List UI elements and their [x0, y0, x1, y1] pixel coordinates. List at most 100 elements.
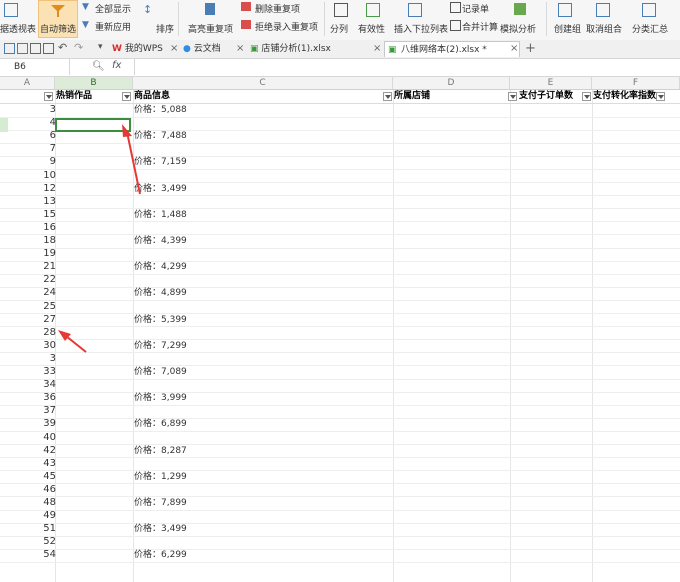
validation-button[interactable]: 有效性	[358, 22, 385, 35]
price-cell[interactable]: 价格：4,399	[134, 235, 187, 247]
formula-input[interactable]	[134, 59, 675, 75]
table-row[interactable]: 43	[0, 458, 680, 472]
price-cell[interactable]: 价格：8,287	[134, 445, 187, 457]
price-cell[interactable]: 价格：5,088	[134, 104, 187, 116]
table-row[interactable]: 40	[0, 432, 680, 446]
table-row[interactable]: 7	[0, 143, 680, 157]
column-header-a[interactable]: A	[0, 77, 55, 89]
column-header-c[interactable]: C	[133, 77, 393, 89]
price-cell[interactable]: 价格：7,089	[134, 366, 187, 378]
price-cell[interactable]: 价格：6,299	[134, 549, 187, 561]
table-row[interactable]: 3 价格：5,088	[0, 104, 680, 118]
subtotal-button[interactable]: 分类汇总	[632, 22, 668, 35]
close-icon[interactable]: ×	[236, 41, 244, 57]
ungroup-button[interactable]: 取消组合	[586, 22, 622, 35]
insert-dropdown-button[interactable]: 插入下拉列表	[394, 22, 448, 35]
price-cell[interactable]: 价格：1,299	[134, 471, 187, 483]
reject-duplicates-button[interactable]: 拒绝录入重复项	[255, 20, 318, 33]
pivot-table-button[interactable]: 据透视表	[0, 22, 36, 35]
price-cell[interactable]: 价格：5,399	[134, 314, 187, 326]
column-header-e[interactable]: E	[510, 77, 592, 89]
table-row[interactable]: 6 价格：7,488	[0, 130, 680, 144]
price-cell[interactable]: 价格：4,299	[134, 261, 187, 273]
price-cell[interactable]: 价格：3,499	[134, 523, 187, 535]
redo-icon[interactable]: ↷	[74, 41, 83, 54]
column-header-d[interactable]: D	[393, 77, 510, 89]
table-row[interactable]: 13	[0, 196, 680, 210]
save-icon[interactable]	[17, 43, 28, 54]
filter-dropdown-icon[interactable]	[122, 92, 131, 101]
table-row[interactable]: 34	[0, 379, 680, 393]
column-header-f[interactable]: F	[592, 77, 680, 89]
preview-icon[interactable]	[43, 43, 54, 54]
table-row[interactable]: 52	[0, 536, 680, 550]
table-row[interactable]: 9 价格：7,159	[0, 156, 680, 170]
price-cell[interactable]: 价格：3,499	[134, 183, 187, 195]
table-row[interactable]: 19	[0, 248, 680, 262]
table-row[interactable]: 22	[0, 274, 680, 288]
price-cell[interactable]: 价格：3,999	[134, 392, 187, 404]
table-row[interactable]: 30 价格：7,299	[0, 340, 680, 354]
table-row[interactable]: 54 价格：6,299	[0, 549, 680, 563]
price-cell[interactable]: 价格：6,899	[134, 418, 187, 430]
column-header-b[interactable]: B	[55, 77, 133, 89]
whatif-button[interactable]: 模拟分析	[500, 22, 536, 35]
tab-cloud-docs[interactable]: ● 云文档	[183, 41, 221, 57]
table-row[interactable]: 45 价格：1,299	[0, 471, 680, 485]
price-cell[interactable]: 价格：7,159	[134, 156, 187, 168]
table-row[interactable]: 48 价格：7,899	[0, 497, 680, 511]
table-row[interactable]: 42 价格：8,287	[0, 445, 680, 459]
filter-dropdown-icon[interactable]	[582, 92, 591, 101]
zoom-icon[interactable]: 🔍︎	[92, 61, 105, 72]
function-icon[interactable]: fx	[112, 60, 121, 71]
table-row[interactable]: 3	[0, 353, 680, 367]
price-cell[interactable]: 价格：7,299	[134, 340, 187, 352]
tab-shop-analysis[interactable]: ▣ 店铺分析(1).xlsx	[250, 41, 331, 57]
tab-my-wps[interactable]: W 我的WPS	[112, 41, 163, 57]
table-row[interactable]: 10	[0, 170, 680, 184]
table-row[interactable]: 49	[0, 510, 680, 524]
price-cell[interactable]: 价格：1,488	[134, 209, 187, 221]
record-form-button[interactable]: 记录单	[462, 2, 489, 15]
price-cell[interactable]: 价格：4,899	[134, 287, 187, 299]
split-column-button[interactable]: 分列	[330, 22, 348, 35]
tab-active-workbook[interactable]: ▣ 八维网络本(2).xlsx *	[384, 41, 520, 57]
undo-icon[interactable]: ↶	[58, 41, 67, 54]
price-cell[interactable]: 价格：7,899	[134, 497, 187, 509]
cell-reference-box[interactable]: B6	[0, 59, 70, 75]
close-icon[interactable]: ×	[373, 41, 381, 57]
selected-cell[interactable]	[55, 118, 131, 132]
filter-dropdown-icon[interactable]	[656, 92, 665, 101]
autofilter-button[interactable]: 自动筛选	[38, 0, 78, 38]
table-row[interactable]: 21 价格：4,299	[0, 261, 680, 275]
show-all-button[interactable]: 全部显示	[95, 2, 131, 15]
spreadsheet-grid[interactable]: 热销作品 商品信息 所属店铺 支付子订单数 支付转化率指数 3 价格：5,088 4…	[0, 90, 680, 582]
table-row[interactable]: 27 价格：5,399	[0, 314, 680, 328]
new-tab-icon[interactable]: +	[525, 41, 536, 57]
close-icon[interactable]: ×	[170, 41, 178, 57]
table-row[interactable]: 24 价格：4,899	[0, 287, 680, 301]
table-row[interactable]: 36 价格：3,999	[0, 392, 680, 406]
reapply-button[interactable]: 重新应用	[95, 20, 131, 33]
filter-dropdown-icon[interactable]	[383, 92, 392, 101]
consolidate-button[interactable]: 合并计算	[462, 20, 498, 33]
table-row[interactable]: 39 价格：6,899	[0, 418, 680, 432]
open-icon[interactable]	[4, 43, 15, 54]
filter-dropdown-icon[interactable]	[508, 92, 517, 101]
table-row[interactable]: 12 价格：3,499	[0, 183, 680, 197]
close-icon[interactable]: ×	[510, 41, 518, 57]
table-row[interactable]: 51 价格：3,499	[0, 523, 680, 537]
table-row[interactable]: 16	[0, 222, 680, 236]
table-row[interactable]: 18 价格：4,399	[0, 235, 680, 249]
group-button[interactable]: 创建组	[554, 22, 581, 35]
table-row[interactable]: 28	[0, 327, 680, 341]
print-icon[interactable]	[30, 43, 41, 54]
table-row[interactable]: 25	[0, 301, 680, 315]
delete-duplicates-button[interactable]: 删除重复项	[255, 2, 300, 15]
table-row[interactable]: 33 价格：7,089	[0, 366, 680, 380]
table-row[interactable]: 46	[0, 484, 680, 498]
table-row[interactable]: 15 价格：1,488	[0, 209, 680, 223]
more-icon[interactable]: ▾	[98, 42, 103, 52]
price-cell[interactable]: 价格：7,488	[134, 130, 187, 142]
filter-dropdown-icon[interactable]	[44, 92, 53, 101]
